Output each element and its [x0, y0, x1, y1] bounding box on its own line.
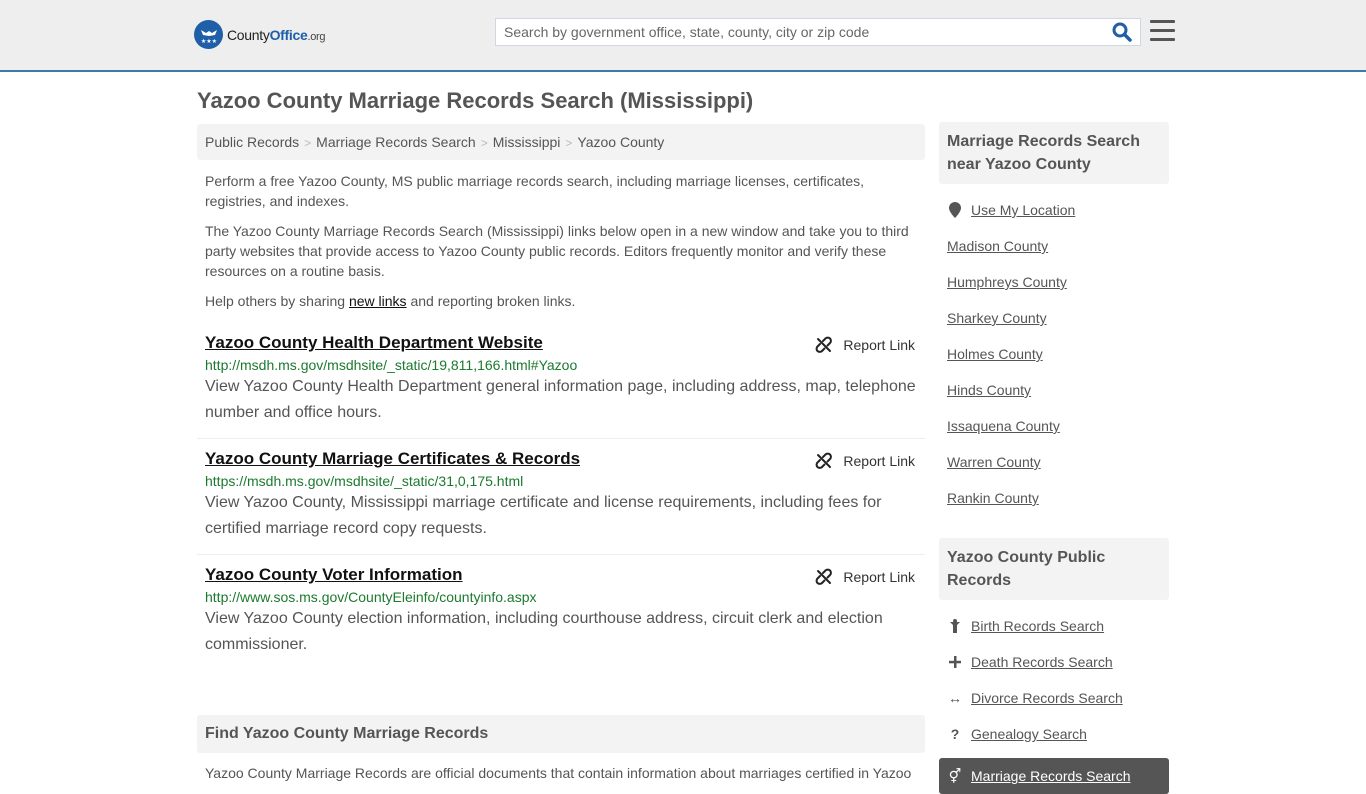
plus-icon — [947, 656, 963, 668]
death-records-link[interactable]: Death Records Search — [971, 654, 1113, 670]
breadcrumb-separator-icon: > — [480, 136, 488, 150]
intro-paragraph: Perform a free Yazoo County, MS public m… — [205, 173, 865, 209]
child-icon — [947, 619, 963, 633]
resource-link-title[interactable]: Yazoo County Marriage Certificates & Rec… — [205, 449, 580, 469]
resource-link-description: View Yazoo County, Mississippi marriage … — [205, 494, 882, 537]
venus-mars-icon: ⚥ — [948, 767, 962, 784]
report-link-label: Report Link — [843, 337, 915, 353]
search-box — [495, 18, 1141, 46]
broken-link-icon — [816, 452, 833, 469]
search-input[interactable] — [496, 19, 1106, 45]
nearby-county-link[interactable]: Sharkey County — [947, 310, 1047, 326]
nearby-county-link[interactable]: Madison County — [947, 238, 1048, 254]
public-record-item: Birth Records Search — [947, 608, 1161, 644]
breadcrumb: Public Records > Marriage Records Search > M… — [197, 124, 925, 160]
resource-link-url: http://www.sos.ms.gov/CountyEleinfo/coun… — [205, 589, 537, 605]
resource-link-item: Yazoo County Voter Information Report Li… — [197, 555, 925, 670]
nearby-county-link[interactable]: Holmes County — [947, 346, 1043, 362]
find-records-body: Yazoo County Marriage Records are offici… — [205, 765, 912, 781]
breadcrumb-separator-icon: > — [304, 136, 312, 150]
intro-paragraph: The Yazoo County Marriage Records Search… — [205, 223, 909, 279]
nearby-county-link[interactable]: Humphreys County — [947, 274, 1067, 290]
nearby-county-link[interactable]: Hinds County — [947, 382, 1031, 398]
use-my-location-item: Use My Location — [947, 192, 1161, 228]
nearby-county-link[interactable]: Issaquena County — [947, 418, 1060, 434]
resource-link-title[interactable]: Yazoo County Voter Information — [205, 565, 463, 585]
sidebar: Marriage Records Search near Yazoo Count… — [939, 122, 1169, 794]
nearby-heading: Marriage Records Search near Yazoo Count… — [939, 122, 1169, 184]
resource-link-item: Yazoo County Health Department Website R… — [197, 323, 925, 439]
nearby-county-link[interactable]: Rankin County — [947, 490, 1039, 506]
public-records-list: Birth Records Search Death Records Searc… — [939, 600, 1169, 760]
public-record-item: ? Genealogy Search — [947, 716, 1161, 752]
hamburger-menu-icon[interactable] — [1150, 20, 1175, 42]
share-text: and reporting broken links. — [406, 293, 576, 309]
logo-text: CountyOffice.org — [227, 26, 326, 43]
public-record-item: ↔ Divorce Records Search — [947, 680, 1161, 716]
nearby-county-item: Issaquena County — [947, 408, 1161, 444]
resource-link-title[interactable]: Yazoo County Health Department Website — [205, 333, 543, 353]
search-icon — [1112, 22, 1132, 42]
breadcrumb-separator-icon: > — [565, 136, 573, 150]
logo-link[interactable]: ★★★ CountyOffice.org — [194, 20, 326, 49]
breadcrumb-public-records[interactable]: Public Records — [205, 134, 299, 150]
resource-link-url: https://msdh.ms.gov/msdhsite/_static/31,… — [205, 473, 524, 489]
public-records-heading: Yazoo County Public Records — [939, 538, 1169, 600]
marriage-records-link[interactable]: Marriage Records Search — [971, 768, 1131, 784]
birth-records-link[interactable]: Birth Records Search — [971, 618, 1104, 634]
nearby-county-item: Humphreys County — [947, 264, 1161, 300]
report-link-label: Report Link — [843, 569, 915, 585]
resource-link-description: View Yazoo County Health Department gene… — [205, 378, 916, 421]
report-link-button[interactable]: Report Link — [815, 452, 915, 470]
report-link-button[interactable]: Report Link — [815, 568, 915, 586]
resource-link-url: http://msdh.ms.gov/msdhsite/_static/19,8… — [205, 357, 578, 373]
report-link-label: Report Link — [843, 453, 915, 469]
broken-link-icon — [816, 336, 833, 353]
search-button[interactable] — [1112, 22, 1134, 44]
nearby-county-item: Rankin County — [947, 480, 1161, 516]
resource-links: Yazoo County Health Department Website R… — [197, 323, 925, 670]
active-marriage-records-item: ⚥ Marriage Records Search — [939, 758, 1169, 794]
map-marker-icon — [947, 202, 963, 218]
share-text: Help others by sharing — [205, 293, 349, 309]
resource-link-item: Yazoo County Marriage Certificates & Rec… — [197, 439, 925, 555]
nearby-county-item: Holmes County — [947, 336, 1161, 372]
breadcrumb-yazoo-county[interactable]: Yazoo County — [577, 134, 664, 150]
find-records-heading: Find Yazoo County Marriage Records — [197, 715, 925, 753]
breadcrumb-marriage-records-search[interactable]: Marriage Records Search — [316, 134, 476, 150]
svg-text:★★★: ★★★ — [200, 38, 216, 45]
breadcrumb-mississippi[interactable]: Mississippi — [493, 134, 561, 150]
nearby-list: Use My Location Madison County Humphreys… — [939, 184, 1169, 524]
page-title: Yazoo County Marriage Records Search (Mi… — [197, 88, 754, 113]
nearby-county-item: Hinds County — [947, 372, 1161, 408]
new-links-link[interactable]: new links — [349, 293, 407, 309]
public-records-block: Yazoo County Public Records Birth Record… — [939, 538, 1169, 794]
intro: Perform a free Yazoo County, MS public m… — [197, 171, 925, 311]
share-links-paragraph: Help others by sharing new links and rep… — [205, 291, 917, 311]
nearby-county-item: Madison County — [947, 228, 1161, 264]
use-my-location-link[interactable]: Use My Location — [971, 202, 1075, 218]
main-content: Public Records > Marriage Records Search > M… — [197, 124, 925, 793]
site-header: ★★★ CountyOffice.org — [0, 0, 1366, 72]
broken-link-icon — [816, 568, 833, 585]
nearby-county-link[interactable]: Warren County — [947, 454, 1041, 470]
resource-link-description: View Yazoo County election information, … — [205, 610, 883, 653]
logo-emblem-icon: ★★★ — [194, 20, 223, 49]
genealogy-search-link[interactable]: Genealogy Search — [971, 726, 1087, 742]
arrows-horizontal-icon: ↔ — [948, 690, 962, 706]
report-link-button[interactable]: Report Link — [815, 336, 915, 354]
nearby-county-item: Sharkey County — [947, 300, 1161, 336]
nearby-county-item: Warren County — [947, 444, 1161, 480]
divorce-records-link[interactable]: Divorce Records Search — [971, 690, 1123, 706]
public-record-item: Death Records Search — [947, 644, 1161, 680]
question-icon: ? — [950, 726, 960, 742]
